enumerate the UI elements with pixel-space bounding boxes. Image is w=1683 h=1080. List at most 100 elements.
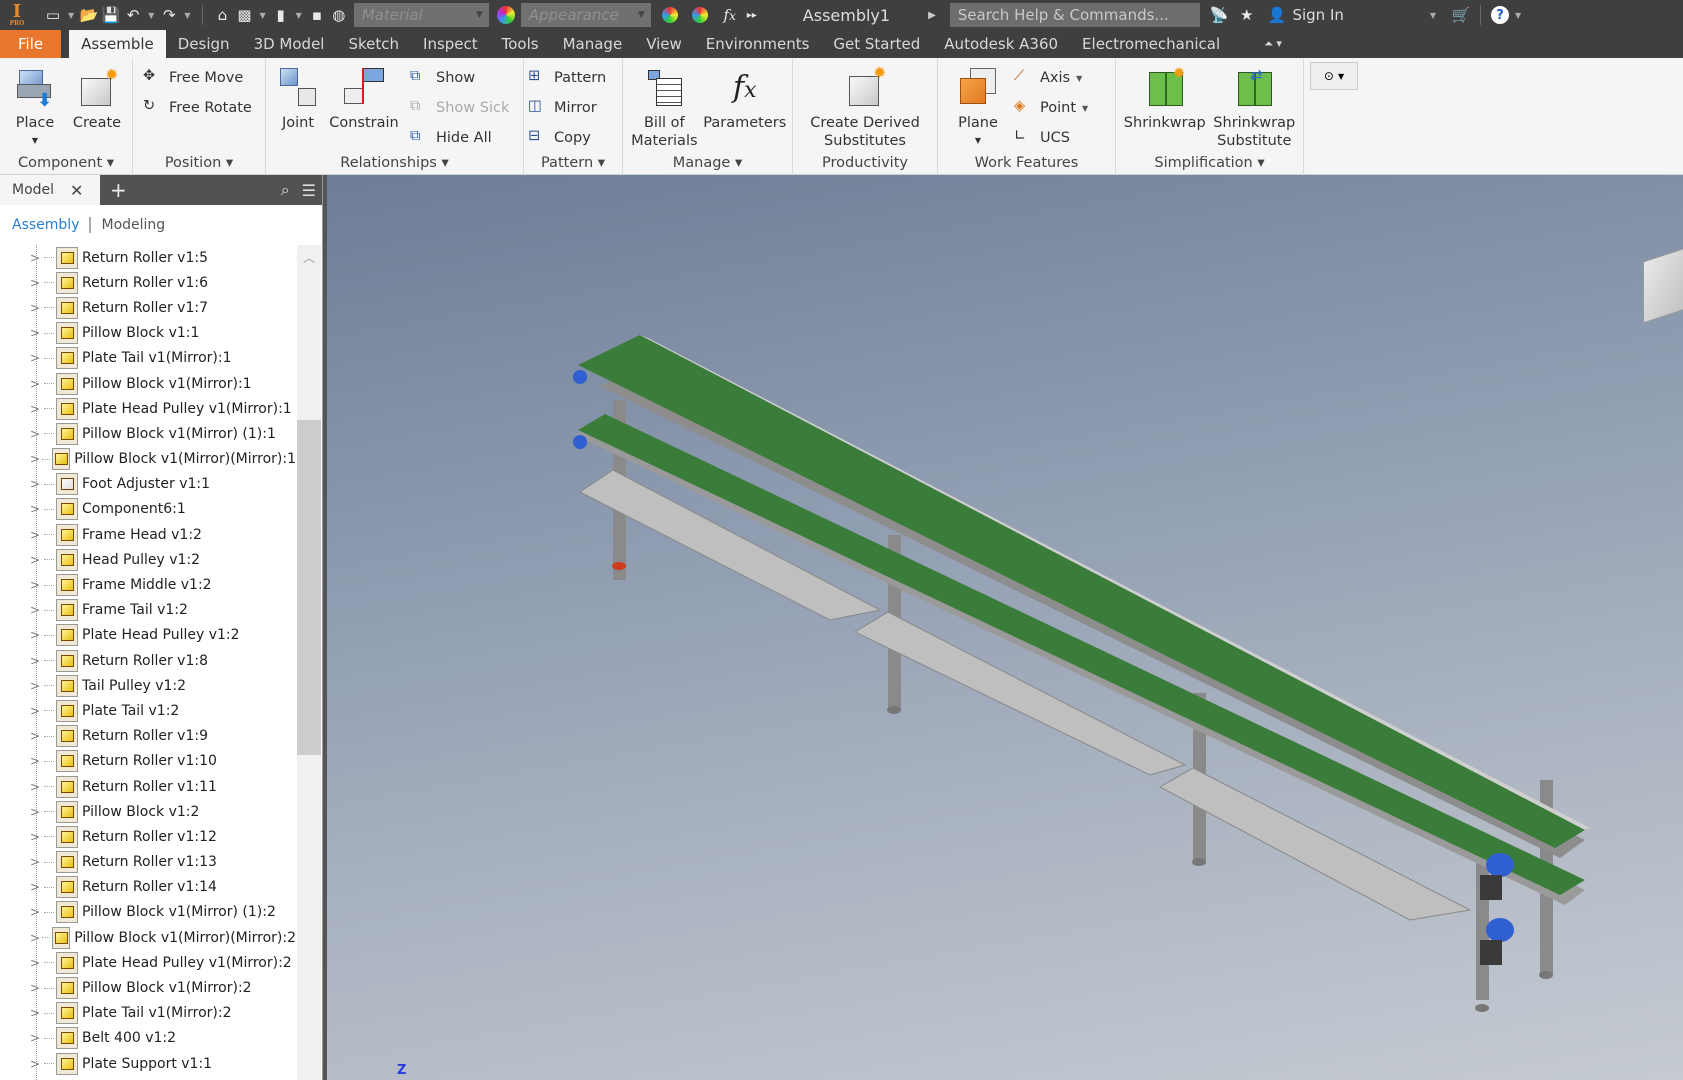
tree-item[interactable]: > Frame Middle v1:2 xyxy=(0,572,296,597)
tree-item[interactable]: > Plate Tail v1(Mirror):2 xyxy=(0,1001,296,1026)
expand-chevron-icon[interactable]: > xyxy=(30,754,44,768)
panel-label-relationships[interactable]: Relationships ▾ xyxy=(266,155,523,171)
search-icon[interactable]: ⌕ xyxy=(281,180,290,200)
tail-pulley-cap[interactable] xyxy=(573,370,587,384)
expand-chevron-icon[interactable]: > xyxy=(30,1031,44,1045)
panel-label-component[interactable]: Component ▾ xyxy=(0,155,132,171)
expand-chevron-icon[interactable]: > xyxy=(30,427,44,441)
clear-appearance-icon[interactable] xyxy=(689,5,711,25)
tree-item[interactable]: > Return Roller v1:12 xyxy=(0,824,296,849)
gear-motor[interactable] xyxy=(1486,853,1514,877)
communication-center-icon[interactable]: 📡 xyxy=(1208,5,1230,25)
tab-electromechanical[interactable]: Electromechanical xyxy=(1070,30,1232,58)
expand-chevron-icon[interactable]: > xyxy=(30,578,44,592)
add-tab-icon[interactable]: + xyxy=(110,175,127,205)
foot-adjuster[interactable] xyxy=(612,562,626,570)
expand-chevron-icon[interactable]: > xyxy=(30,830,44,844)
expand-chevron-icon[interactable]: > xyxy=(30,402,44,416)
tab-design[interactable]: Design xyxy=(166,30,242,58)
show-sick-button[interactable]: ⧉ Show Sick xyxy=(410,96,509,120)
expand-chevron-icon[interactable]: > xyxy=(30,704,44,718)
tree-item[interactable]: > Pillow Block v1(Mirror):1 xyxy=(0,371,296,396)
mode-modeling[interactable]: Modeling xyxy=(101,217,165,233)
undo-dropdown-icon[interactable]: ▼ xyxy=(148,11,154,20)
expand-chevron-icon[interactable]: > xyxy=(30,351,44,365)
tree-item[interactable]: > Pillow Block v1(Mirror) (1):2 xyxy=(0,900,296,925)
select-dropdown-icon[interactable]: ▼ xyxy=(296,11,302,20)
expand-chevron-icon[interactable]: > xyxy=(30,628,44,642)
tree-item[interactable]: > Pillow Block v1(Mirror)(Mirror):1 xyxy=(0,447,296,472)
tab-autodesk-a360[interactable]: Autodesk A360 xyxy=(932,30,1070,58)
tree-item[interactable]: > Plate Head Pulley v1:2 xyxy=(0,623,296,648)
foot-adjuster[interactable] xyxy=(1539,971,1553,979)
tree-item[interactable]: > Return Roller v1:6 xyxy=(0,270,296,295)
expand-chevron-icon[interactable]: > xyxy=(30,603,44,617)
ucs-button[interactable]: ∟ UCS xyxy=(1014,126,1088,150)
expand-chevron-icon[interactable]: > xyxy=(30,880,44,894)
appearance-sphere-icon[interactable] xyxy=(495,5,517,25)
tree-item[interactable]: > Frame Head v1:2 xyxy=(0,522,296,547)
upper-belt[interactable] xyxy=(578,335,1585,848)
tree-item[interactable]: > Return Roller v1:5 xyxy=(0,245,296,270)
browser-scrollbar[interactable]: ︿ xyxy=(297,245,321,1080)
tab-tools[interactable]: Tools xyxy=(490,30,551,58)
material-combo[interactable]: Material ▼ xyxy=(353,3,489,27)
panel-label-simplification[interactable]: Simplification ▾ xyxy=(1116,155,1303,171)
tree-item[interactable]: > Pillow Block v1:1 xyxy=(0,321,296,346)
tree-item[interactable]: > Return Roller v1:11 xyxy=(0,774,296,799)
tree-item[interactable]: > Plate Support v1:1 xyxy=(0,1051,296,1076)
open-folder-icon[interactable]: 📂 xyxy=(78,5,100,25)
foot-adjuster[interactable] xyxy=(1192,858,1206,866)
tree-item[interactable]: > Head Pulley v1:2 xyxy=(0,547,296,572)
tree-item[interactable]: > Plate Tail v1:2 xyxy=(0,698,296,723)
redo-icon[interactable]: ↷ xyxy=(158,5,180,25)
tab-inspect[interactable]: Inspect xyxy=(411,30,490,58)
panel-label-position[interactable]: Position ▾ xyxy=(133,155,265,171)
tree-item[interactable]: > Pillow Block v1:2 xyxy=(0,799,296,824)
update-icon[interactable]: ▩ xyxy=(233,5,255,25)
gear-motor[interactable] xyxy=(1486,918,1514,942)
cart-icon[interactable]: 🛒 xyxy=(1450,5,1472,25)
help-dropdown-icon[interactable]: ▼ xyxy=(1515,11,1521,20)
scrollbar-thumb[interactable] xyxy=(297,420,321,755)
undo-icon[interactable]: ↶ xyxy=(122,5,144,25)
tree-item[interactable]: > Belt 400 v1:2 xyxy=(0,1026,296,1051)
graphics-viewport[interactable]: Z xyxy=(327,175,1683,1080)
help-icon[interactable]: ? xyxy=(1489,5,1511,25)
motor-body[interactable] xyxy=(1480,875,1502,900)
tab-get-started[interactable]: Get Started xyxy=(821,30,932,58)
scroll-up-icon[interactable]: ︿ xyxy=(297,245,321,269)
ribbon-display-toggle-icon[interactable]: ⏶ ▾ xyxy=(1252,30,1294,58)
hide-all-button[interactable]: ⧉ Hide All xyxy=(410,126,509,150)
tab-assemble[interactable]: Assemble xyxy=(69,30,166,58)
expand-chevron-icon[interactable]: > xyxy=(30,805,44,819)
tree-item[interactable]: > Return Roller v1:14 xyxy=(0,875,296,900)
expand-chevron-icon[interactable]: > xyxy=(30,477,44,491)
adjust-appearance-icon[interactable] xyxy=(659,5,681,25)
foot-adjuster[interactable] xyxy=(887,706,901,714)
ribbon-overflow-button[interactable]: ⊙ ▼ xyxy=(1310,62,1358,90)
expand-chevron-icon[interactable]: > xyxy=(30,301,44,315)
sign-in-dropdown-icon[interactable]: ▼ xyxy=(1430,11,1436,20)
tab-view[interactable]: View xyxy=(634,30,694,58)
favorites-star-icon[interactable]: ★ xyxy=(1236,5,1258,25)
tree-item[interactable]: > Return Roller v1:9 xyxy=(0,724,296,749)
show-button[interactable]: ⧉ Show xyxy=(410,66,509,90)
adjust-icon[interactable]: ▪ xyxy=(306,5,328,25)
expand-chevron-icon[interactable]: > xyxy=(30,855,44,869)
material-globe-icon[interactable]: ◍ xyxy=(328,5,350,25)
tree-item[interactable]: > Return Roller v1:10 xyxy=(0,749,296,774)
tab-environments[interactable]: Environments xyxy=(694,30,822,58)
redo-dropdown-icon[interactable]: ▼ xyxy=(184,11,190,20)
inventor-logo[interactable]: I PRO xyxy=(0,0,34,30)
expand-chevron-icon[interactable]: > xyxy=(30,1006,44,1020)
mode-assembly[interactable]: Assembly xyxy=(12,217,79,233)
tree-item[interactable]: > Frame Tail v1:2 xyxy=(0,598,296,623)
motor-body[interactable] xyxy=(1480,940,1502,965)
save-icon[interactable]: 💾 xyxy=(100,5,122,25)
expand-chevron-icon[interactable]: > xyxy=(30,326,44,340)
pattern-button[interactable]: ⊞ Pattern xyxy=(528,66,606,90)
expand-arrow-icon[interactable]: ▶ xyxy=(928,10,936,21)
expand-chevron-icon[interactable]: > xyxy=(30,981,44,995)
tree-item[interactable]: > Plate Tail v1(Mirror):1 xyxy=(0,346,296,371)
